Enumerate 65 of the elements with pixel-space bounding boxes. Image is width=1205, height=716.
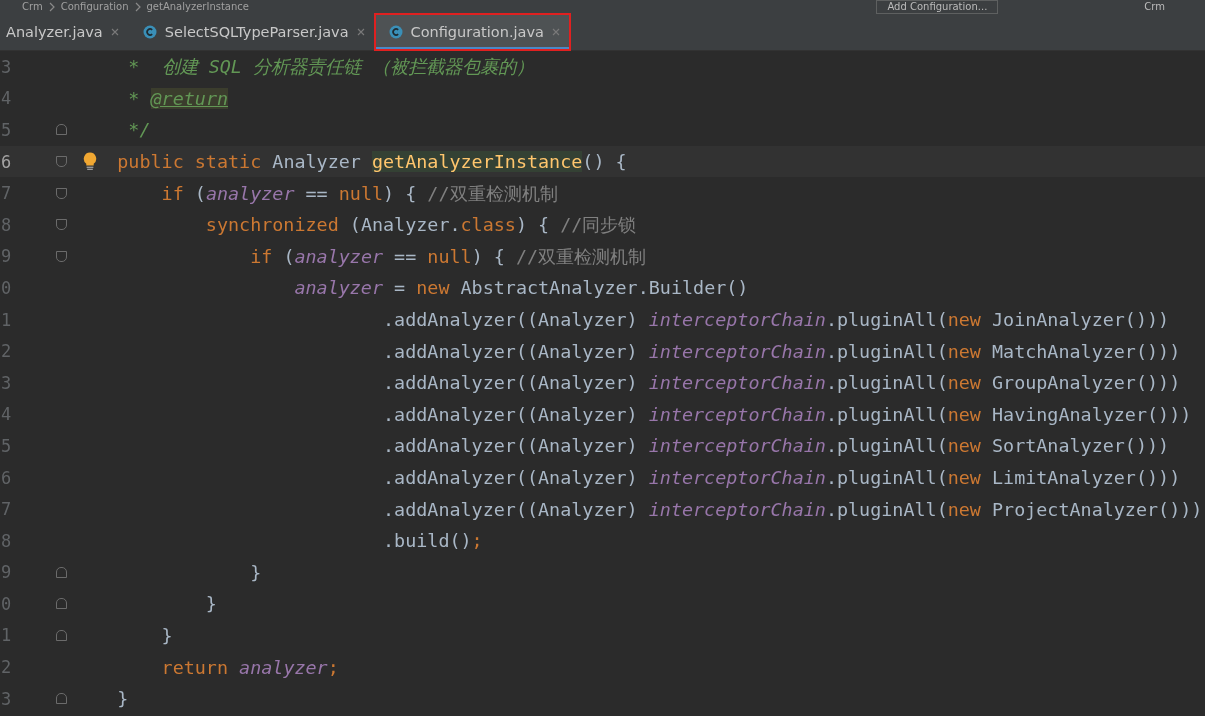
fold-marker-icon[interactable] <box>56 630 67 641</box>
code-line: .addAnalyzer((Analyzer) interceptorChain.pluginAll(new ProjectAnalyzer())) <box>382 498 1203 520</box>
fold-marker-icon[interactable] <box>56 693 67 705</box>
fold-marker-icon[interactable] <box>56 156 67 168</box>
line-number: 9 <box>0 562 13 583</box>
code-line: */ <box>127 119 151 141</box>
line-number: 6 <box>0 151 13 172</box>
fold-marker-icon[interactable] <box>56 219 67 231</box>
fold-marker-icon[interactable] <box>56 187 67 199</box>
close-icon[interactable] <box>356 28 365 36</box>
line-number: 9 <box>0 246 13 267</box>
line-number: 3 <box>0 688 13 709</box>
line-number: 8 <box>0 214 13 235</box>
breadcrumb-item[interactable]: Configuration <box>60 1 129 13</box>
line-number: 2 <box>0 341 13 362</box>
code-line: analyzer = new AbstractAnalyzer.Builder() <box>293 277 749 299</box>
code-line: .addAnalyzer((Analyzer) interceptorChain.pluginAll(new MatchAnalyzer())) <box>382 340 1181 362</box>
code-line: return analyzer; <box>160 656 339 678</box>
chevron-icon <box>134 2 141 12</box>
line-number: 6 <box>0 467 13 488</box>
line-number: 1 <box>0 625 13 646</box>
code-line: * @return <box>127 87 229 109</box>
line-number: 1 <box>0 309 13 330</box>
editor-tab[interactable]: SelectSQLTypeParser.java <box>128 14 375 50</box>
code-line: * 创建 SQL 分析器责任链 （被拦截器包裹的） <box>127 55 534 80</box>
line-number: 2 <box>0 657 13 678</box>
fold-marker-icon[interactable] <box>56 250 67 262</box>
code-line: } <box>249 561 262 583</box>
code-line: synchronized (Analyzer.class) { //同步锁 <box>204 213 637 238</box>
breadcrumb-item[interactable]: Crm <box>22 1 43 13</box>
fold-marker-icon[interactable] <box>56 598 67 610</box>
line-number: 0 <box>0 277 13 298</box>
code-line: } <box>204 593 217 615</box>
run-configuration-button[interactable]: Add Configuration... <box>876 0 999 14</box>
code-line: } <box>116 688 129 710</box>
code-line: .addAnalyzer((Analyzer) interceptorChain.pluginAll(new JoinAnalyzer())) <box>382 309 1170 331</box>
code-line: .addAnalyzer((Analyzer) interceptorChain.pluginAll(new GroupAnalyzer())) <box>382 372 1181 394</box>
fold-marker-icon[interactable] <box>56 566 67 578</box>
line-number: 4 <box>0 404 13 425</box>
code-line: if (analyzer == null) { //双重检测机制 <box>160 181 558 206</box>
code-line: .addAnalyzer((Analyzer) interceptorChain.pluginAll(new LimitAnalyzer())) <box>382 467 1181 488</box>
line-number: 4 <box>0 88 13 109</box>
code-line: if (analyzer == null) { //双重检测机制 <box>249 244 647 269</box>
editor-tab[interactable]: Analyzer.java <box>0 14 129 50</box>
close-icon[interactable] <box>110 28 119 36</box>
line-number: 7 <box>0 183 13 204</box>
editor-tab[interactable]: Configuration.java <box>374 14 570 50</box>
code-line: .addAnalyzer((Analyzer) interceptorChain.pluginAll(new HavingAnalyzer())) <box>382 403 1192 425</box>
fold-marker-icon[interactable] <box>56 124 67 136</box>
line-number: 5 <box>0 435 13 456</box>
code-line: } <box>160 625 173 646</box>
code-line: .build(); <box>382 530 483 552</box>
breadcrumb-item[interactable]: getAnalyzerInstance <box>146 1 249 13</box>
line-number: 8 <box>0 530 13 551</box>
line-number: 3 <box>0 372 13 393</box>
line-number: 3 <box>0 56 13 77</box>
line-number: 0 <box>0 593 13 614</box>
line-number: 7 <box>0 499 13 520</box>
lightbulb-icon[interactable] <box>83 151 97 170</box>
line-number: 5 <box>0 120 13 140</box>
code-line: .addAnalyzer((Analyzer) interceptorChain.pluginAll(new SortAnalyzer())) <box>382 435 1170 457</box>
close-icon[interactable] <box>551 28 560 36</box>
user-label: Crm <box>1144 1 1165 13</box>
chevron-icon <box>48 2 55 12</box>
code-line: public static Analyzer getAnalyzerInstance() { <box>116 151 627 173</box>
